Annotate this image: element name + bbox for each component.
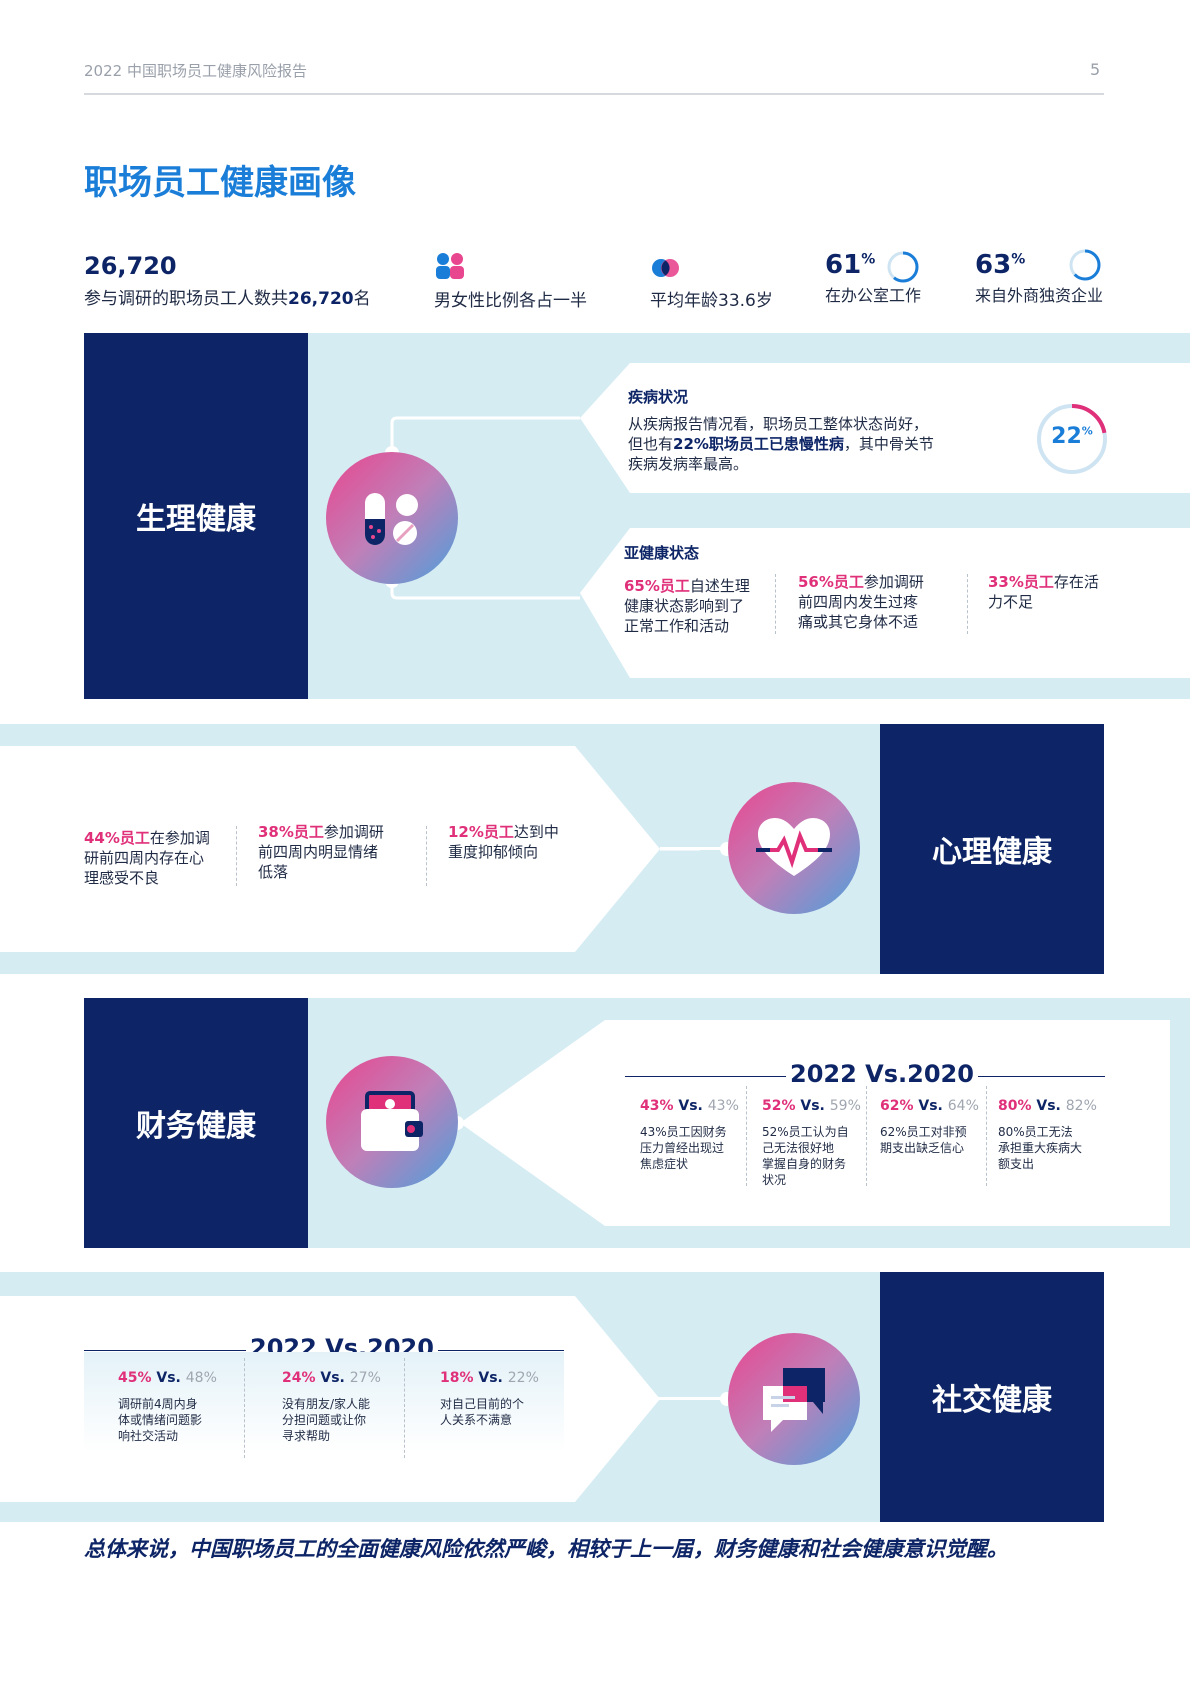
page-number: 5	[1090, 60, 1101, 79]
mental-item: 38%员工参加调研 前四周内明显情绪 低落	[258, 823, 384, 881]
header-divider	[84, 93, 1104, 95]
mental-title: 心理健康	[880, 724, 1104, 974]
social-item: 24% Vs. 27% 没有朋友/家人能 分担问题或让你 寻求帮助	[282, 1370, 381, 1443]
financial-icon-circle	[326, 1056, 458, 1188]
disease-heading: 疾病状况	[628, 388, 689, 406]
subhealth-item: 56%员工参加调研 前四周内发生过疼 痛或其它身体不适	[798, 573, 924, 631]
page-title: 职场员工健康画像	[84, 163, 356, 203]
subhealth-item: 33%员工存在活 力不足	[988, 573, 1099, 611]
column-divider	[986, 1086, 987, 1186]
subhealth-heading: 亚健康状态	[624, 544, 700, 562]
column-divider	[236, 826, 237, 886]
stat-age-label: 平均年龄33.6岁	[650, 291, 773, 311]
social-title: 社交健康	[880, 1272, 1104, 1522]
physical-icon-circle	[326, 452, 458, 584]
stat-participants-label: 参与调研的职场员工人数共26,720名	[84, 289, 371, 309]
mental-item: 12%员工达到中 重度抑郁倾向	[448, 823, 559, 861]
column-divider	[404, 1358, 405, 1458]
financial-title: 财务健康	[84, 998, 308, 1248]
column-divider	[775, 574, 776, 634]
subhealth-item: 65%员工自述生理 健康状态影响到了 正常工作和活动	[624, 577, 750, 635]
connector-line	[455, 1121, 540, 1124]
stat-participants: 26,720 参与调研的职场员工人数共26,720名	[84, 252, 371, 309]
chronic-ring-value: 22%	[1051, 424, 1093, 449]
ring-office	[887, 251, 919, 283]
chat-bubbles-icon	[763, 1368, 825, 1432]
connector-line	[650, 1397, 730, 1400]
column-divider	[244, 1358, 245, 1458]
pills-icon	[365, 493, 418, 545]
financial-item: 80% Vs. 82% 80%员工无法 承担重大疾病大 额支出	[998, 1098, 1097, 1171]
social-item: 45% Vs. 48% 调研前4周内身 体或情绪问题影 响社交活动	[118, 1370, 217, 1443]
financial-years: 2022 Vs.2020	[786, 1060, 978, 1088]
column-divider	[866, 1086, 867, 1186]
stat-gender-label: 男女性比例各占一半	[434, 291, 587, 311]
financial-item: 43% Vs. 43% 43%员工因财务 压力曾经出现过 焦虑症状	[640, 1098, 739, 1171]
stat-age: 平均年龄33.6岁	[650, 252, 773, 311]
wallet-icon	[361, 1091, 423, 1151]
stat-office-label: 在办公室工作	[825, 286, 922, 305]
financial-item: 62% Vs. 64% 62%员工对非预 期支出缺乏信心	[880, 1098, 979, 1155]
financial-item: 52% Vs. 59% 52%员工认为自 己无法很好地 掌握自身的财务 状况	[762, 1098, 861, 1187]
column-divider	[967, 574, 968, 634]
column-divider	[426, 826, 427, 886]
column-divider	[746, 1086, 747, 1186]
social-icon-circle	[728, 1333, 860, 1465]
ring-foreign	[1069, 249, 1101, 281]
report-title: 2022 中国职场员工健康风险报告	[84, 62, 307, 80]
social-item: 18% Vs. 22% 对自己目前的个 人关系不满意	[440, 1370, 539, 1427]
heartbeat-icon	[756, 818, 832, 876]
overlap-circles-icon	[652, 259, 679, 277]
stat-gender: 男女性比例各占一半	[434, 252, 587, 311]
closing-statement: 总体来说，中国职场员工的全面健康风险依然严峻，相较于上一届，财务健康和社会健康意…	[84, 1537, 1008, 1561]
stat-foreign-label: 来自外商独资企业	[975, 286, 1104, 305]
people-icon	[436, 253, 464, 279]
stat-participants-value: 26,720	[84, 252, 177, 280]
disease-text: 从疾病报告情况看，职场员工整体状态尚好， 但也有22%职场员工已患慢性病，其中骨…	[628, 415, 934, 473]
mental-icon-circle	[728, 782, 860, 914]
mental-item: 44%员工在参加调 研前四周内存在心 理感受不良	[84, 829, 210, 887]
physical-title: 生理健康	[84, 333, 308, 699]
